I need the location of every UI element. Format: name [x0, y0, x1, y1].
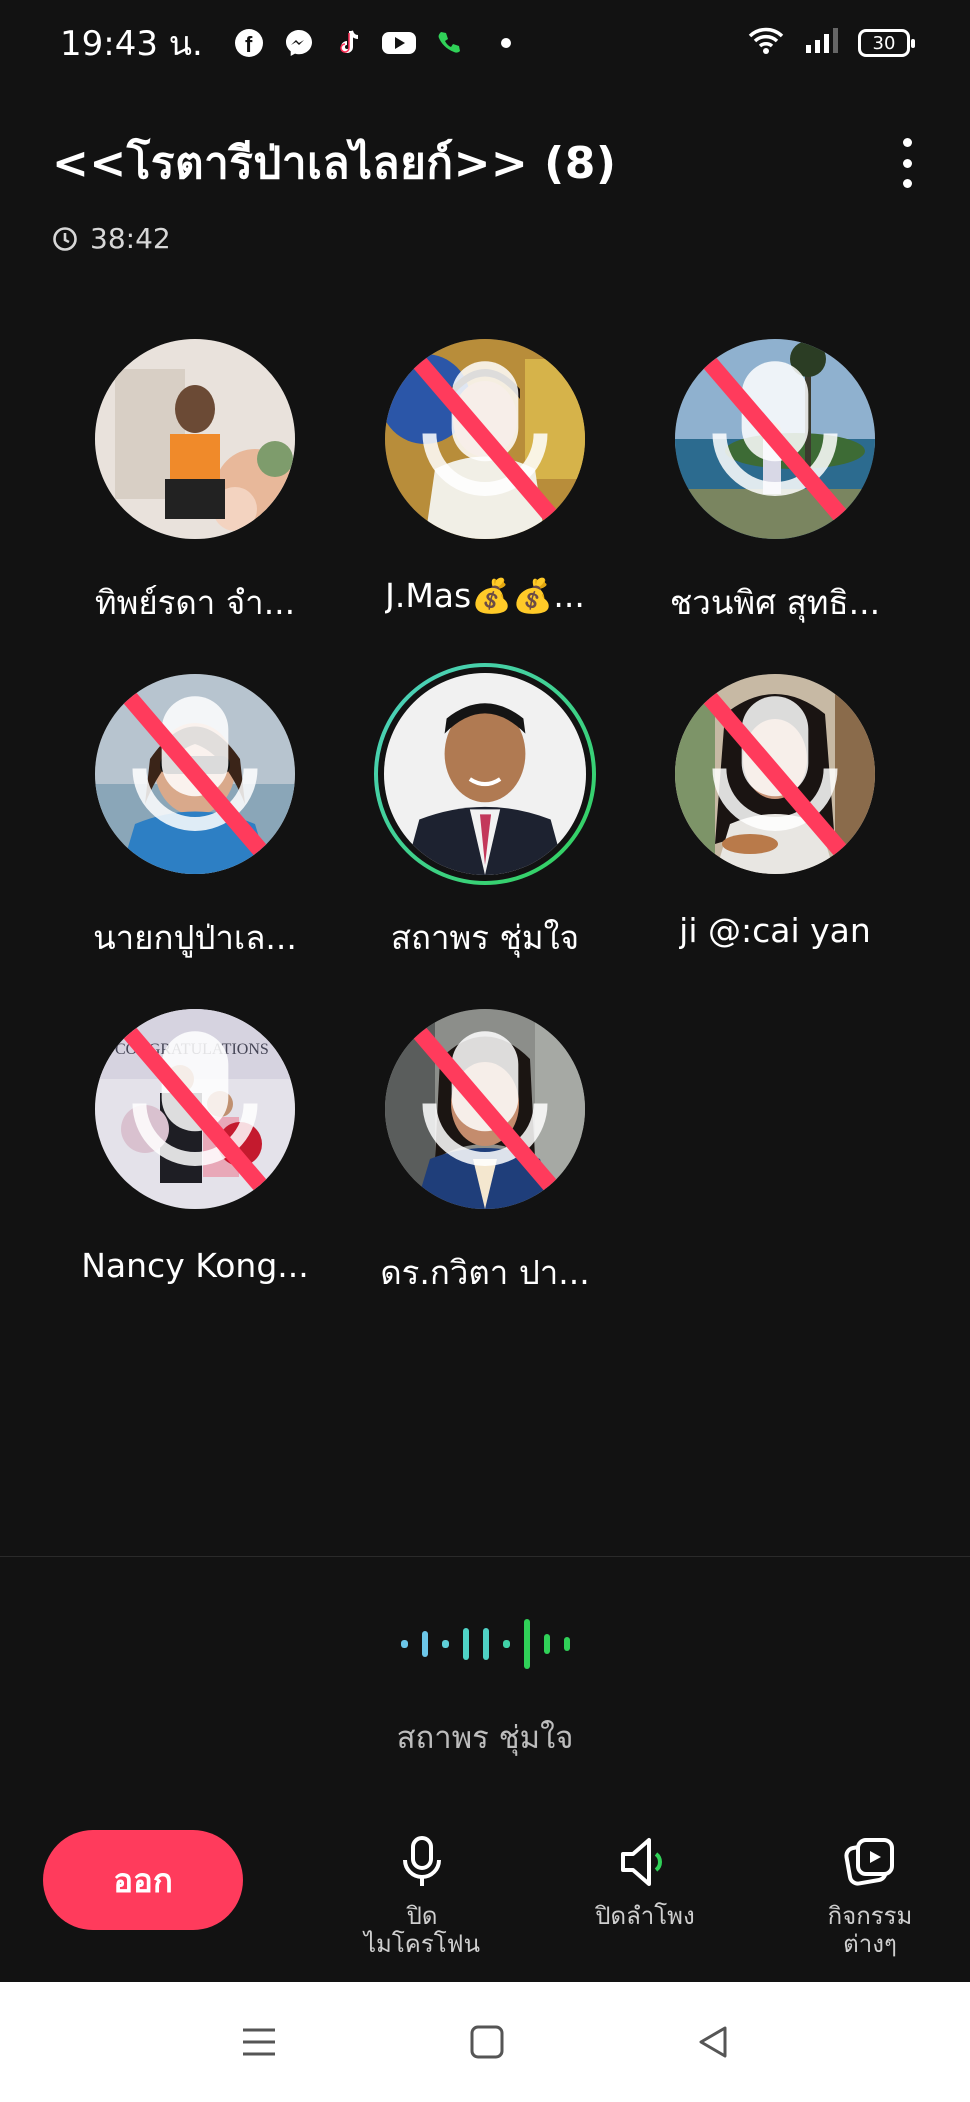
participant-tile[interactable]: นายกปูป่าเล... — [50, 673, 340, 1008]
svg-text:f: f — [245, 32, 253, 57]
participant-name: J.Mas💰💰... — [385, 576, 585, 615]
activities-button[interactable]: กิจกรรม ต่างๆ — [780, 1832, 960, 1958]
status-bar: 19:43 น. f 30 — [0, 0, 970, 86]
avatar-wrapper — [674, 673, 876, 875]
muted-mic-icon — [412, 1025, 558, 1193]
participant-tile[interactable]: สถาพร ชุ่มใจ — [340, 663, 630, 1008]
menu-icon[interactable] — [239, 2024, 279, 2060]
avatar — [95, 339, 295, 539]
room-title: <<โรตารีป่าเลไลยก์>> (8) — [52, 138, 617, 189]
system-nav-bar — [0, 1982, 970, 2102]
clock-icon — [53, 226, 77, 251]
more-options-icon[interactable] — [892, 138, 922, 188]
notification-dot — [500, 38, 511, 48]
muted-mic-icon — [122, 690, 268, 858]
muted-mic-icon — [122, 1025, 268, 1193]
participant-name: Nancy Kong... — [81, 1246, 309, 1285]
phone-icon — [431, 25, 467, 61]
status-right: 30 — [746, 24, 915, 63]
speaker-label: ปิดลำโพง — [595, 1902, 695, 1930]
avatar — [385, 1009, 585, 1209]
facebook-icon: f — [231, 25, 267, 61]
wifi-icon — [746, 24, 786, 63]
participant-grid: ทิพย์รดา จำ... J.Mas💰💰... ชวนพิศ สุทธิ..… — [0, 338, 970, 1343]
avatar — [95, 674, 295, 874]
avatar-wrapper — [674, 338, 876, 540]
call-header: <<โรตารีป่าเลไลยก์>> (8) 38:42 — [52, 128, 922, 255]
avatar: CONGRATULATIONS — [95, 1009, 295, 1209]
divider — [0, 1556, 970, 1557]
avatar — [675, 339, 875, 539]
home-icon[interactable] — [469, 2024, 505, 2060]
youtube-icon — [381, 25, 417, 61]
mute-speaker-button[interactable]: ปิดลำโพง — [555, 1832, 735, 1930]
avatar-wrapper: CONGRATULATIONS — [94, 1008, 296, 1210]
participant-name: สถาพร ชุ่มใจ — [390, 918, 580, 957]
battery-indicator: 30 — [858, 29, 915, 57]
muted-mic-icon — [412, 355, 558, 523]
timer-text: 38:42 — [90, 222, 171, 255]
avatar-wrapper — [94, 338, 296, 540]
back-icon[interactable] — [695, 2024, 731, 2060]
participant-tile[interactable]: CONGRATULATIONS Nancy Kong... — [50, 1008, 340, 1343]
avatar — [385, 339, 585, 539]
mic-label-line2: ไมโครโฟน — [363, 1930, 480, 1958]
avatar — [378, 667, 592, 881]
participant-tile[interactable]: ดร.กวิตา ปา... — [340, 1008, 630, 1343]
participant-name: ดร.กวิตา ปา... — [380, 1253, 590, 1292]
tiktok-icon — [331, 25, 367, 61]
status-left: 19:43 น. f — [60, 16, 511, 70]
activities-label-line1: กิจกรรม — [827, 1902, 913, 1930]
messenger-icon — [281, 25, 317, 61]
call-timer: 38:42 — [52, 222, 922, 255]
speaking-ring — [374, 663, 596, 885]
participant-name: ชวนพิศ สุทธิ... — [669, 583, 881, 622]
status-time: 19:43 น. — [60, 24, 203, 64]
participant-name: ทิพย์รดา จำ... — [94, 583, 296, 622]
participant-tile[interactable]: ชวนพิศ สุทธิ... — [630, 338, 920, 673]
activities-label-line2: ต่างๆ — [843, 1930, 897, 1958]
participant-name: ji @:cai yan — [679, 911, 871, 950]
avatar-wrapper — [384, 1008, 586, 1210]
signal-icon — [804, 24, 840, 63]
audio-wave-icon — [0, 1616, 970, 1672]
muted-mic-icon — [702, 690, 848, 858]
avatar-wrapper — [384, 338, 586, 540]
participant-tile[interactable]: ji @:cai yan — [630, 673, 920, 1008]
avatar — [675, 674, 875, 874]
participant-tile[interactable]: ทิพย์รดา จำ... — [50, 338, 340, 673]
active-speaker-name: สถาพร ชุ่มใจ — [396, 1720, 574, 1756]
activities-icon — [844, 1838, 894, 1886]
muted-mic-icon — [702, 355, 848, 523]
leave-button[interactable]: ออก — [43, 1830, 243, 1930]
participant-tile[interactable]: J.Mas💰💰... — [340, 338, 630, 673]
microphone-icon — [403, 1836, 441, 1886]
avatar-wrapper — [94, 673, 296, 875]
participant-name: นายกปูป่าเล... — [93, 918, 297, 957]
mute-mic-button[interactable]: ปิด ไมโครโฟน — [332, 1832, 512, 1958]
mic-label-line1: ปิด — [406, 1902, 438, 1930]
speaker-icon — [621, 1838, 662, 1886]
